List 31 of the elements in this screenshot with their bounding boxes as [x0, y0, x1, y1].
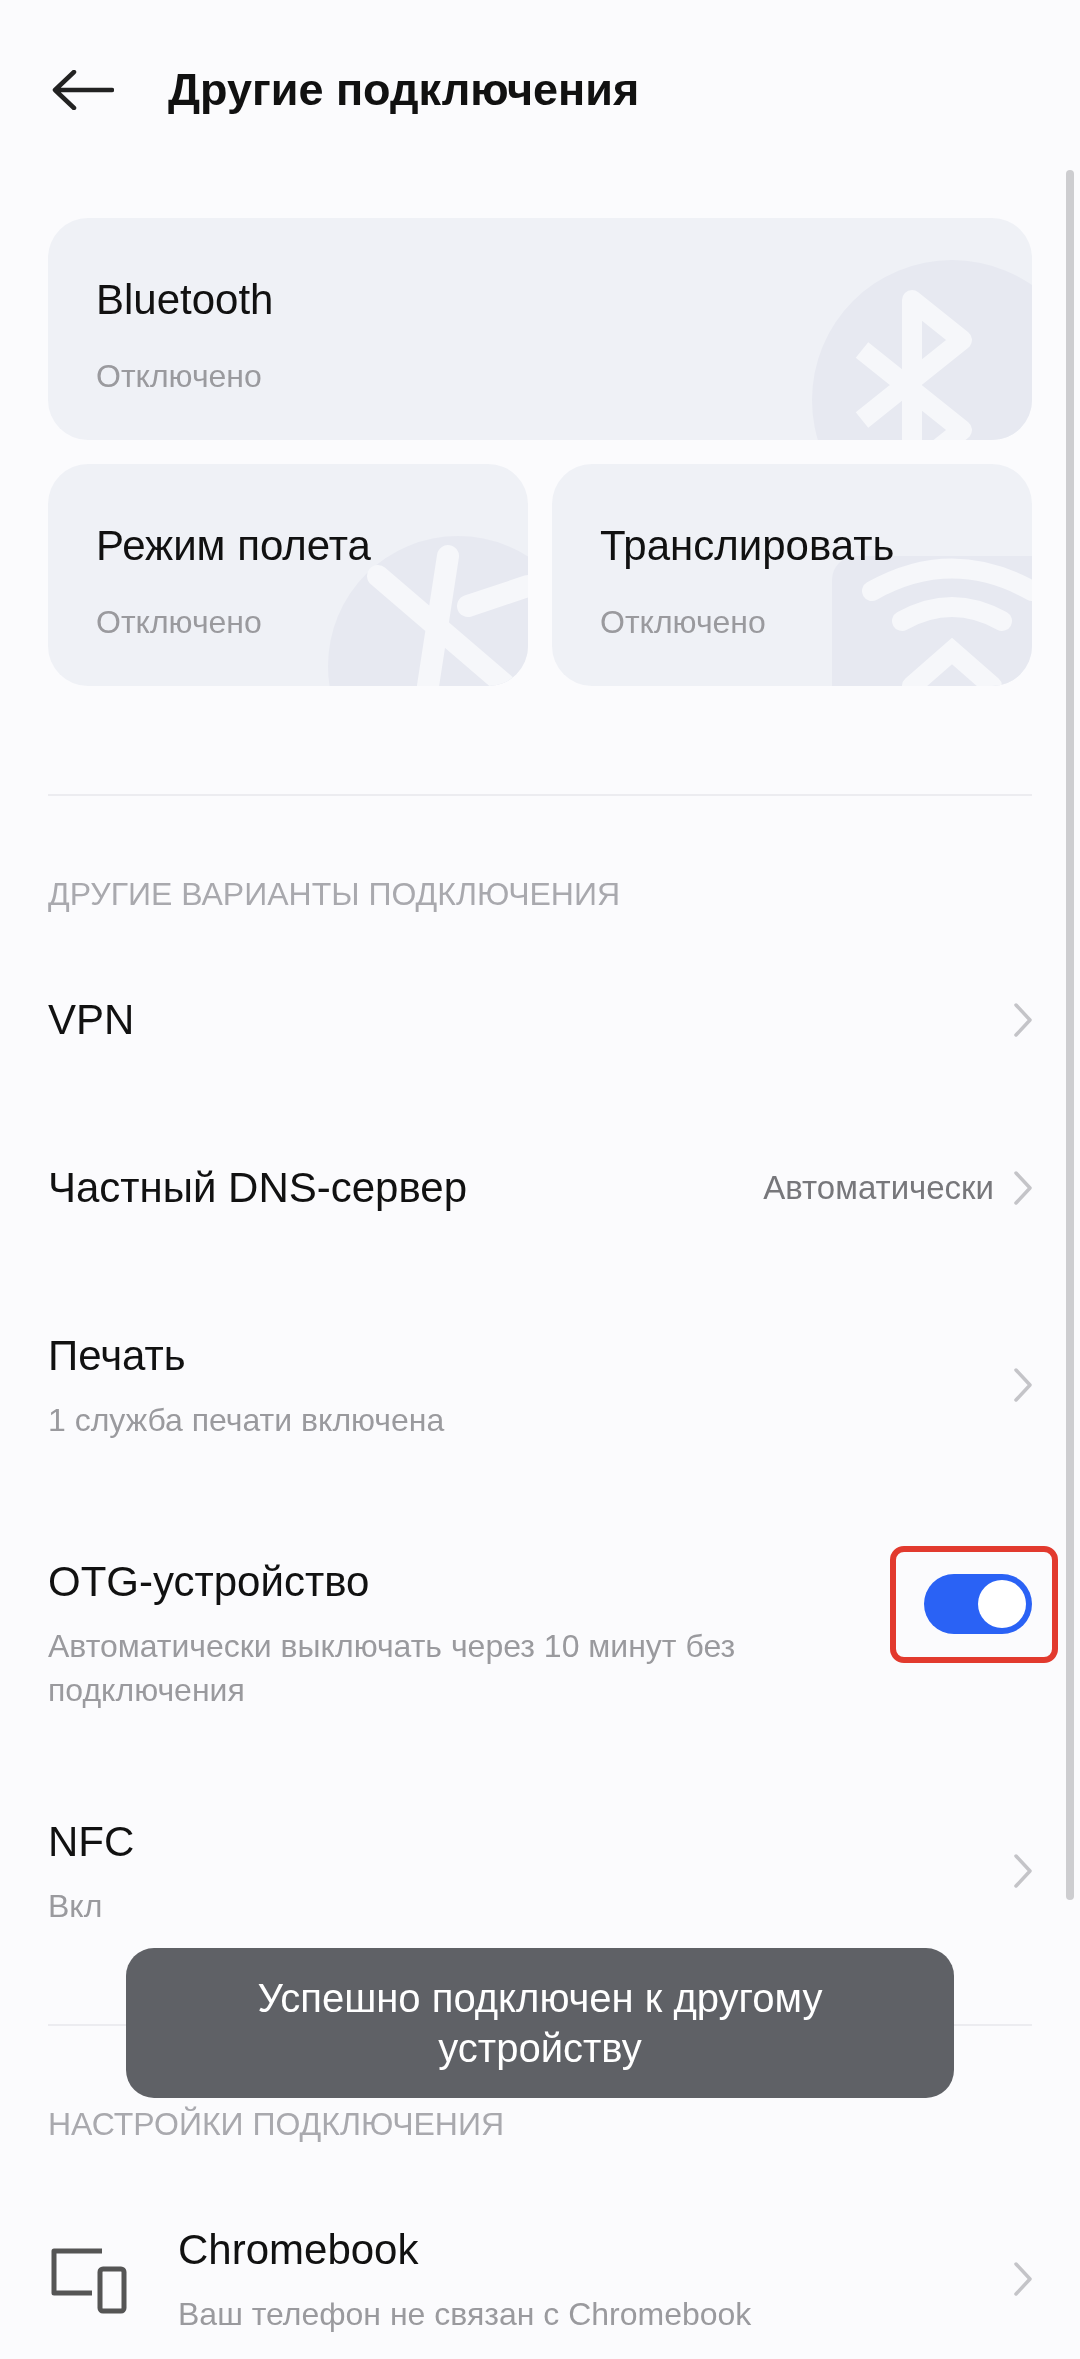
- section-heading: ДРУГИЕ ВАРИАНТЫ ПОДКЛЮЧЕНИЯ: [48, 875, 622, 914]
- tile-title: Bluetooth: [96, 275, 275, 325]
- page-title: Другие подключения: [168, 63, 640, 118]
- item-subtitle: Автоматически выключать через 10 минут без подключения: [48, 1627, 737, 1710]
- item-subtitle: 1 служба печати включена: [48, 1401, 446, 1440]
- tile-status: Отключено: [96, 603, 263, 642]
- item-subtitle: Ваш телефон не связан с Chromebook: [178, 2295, 753, 2334]
- back-icon[interactable]: [52, 70, 114, 110]
- tile-status: Отключено: [600, 603, 767, 642]
- item-title: NFC: [48, 1817, 136, 1867]
- tile-card[interactable]: Bluetooth Отключено: [48, 218, 1032, 440]
- connection-toast: Успешно подключен к другому устройству: [126, 1948, 954, 2098]
- item-subtitle: Вкл: [48, 1887, 104, 1926]
- item-title: OTG-устройство: [48, 1557, 371, 1607]
- tile-card[interactable]: Режим полета Отключено: [48, 464, 528, 686]
- tile-card[interactable]: Транслировать Отключено: [552, 464, 1032, 686]
- section-heading: НАСТРОЙКИ ПОДКЛЮЧЕНИЯ: [48, 2105, 506, 2144]
- item-value: Автоматически: [763, 1168, 994, 1208]
- tile-status: Отключено: [96, 357, 263, 396]
- chevron-icon: [1014, 2262, 1032, 2296]
- chevron-icon: [1014, 1003, 1032, 1037]
- tile-title: Транслировать: [600, 521, 896, 571]
- chevron-icon: [1014, 1854, 1032, 1888]
- item-title: Печать: [48, 1331, 187, 1381]
- tile-title: Режим полета: [96, 521, 372, 571]
- item-title: VPN: [48, 995, 136, 1045]
- item-title: Chromebook: [178, 2225, 420, 2275]
- chevron-icon: [1014, 1368, 1032, 1402]
- chevron-icon: [1014, 1171, 1032, 1205]
- item-title: Частный DNS-сервер: [48, 1163, 469, 1213]
- toggle-switch[interactable]: [924, 1574, 1032, 1634]
